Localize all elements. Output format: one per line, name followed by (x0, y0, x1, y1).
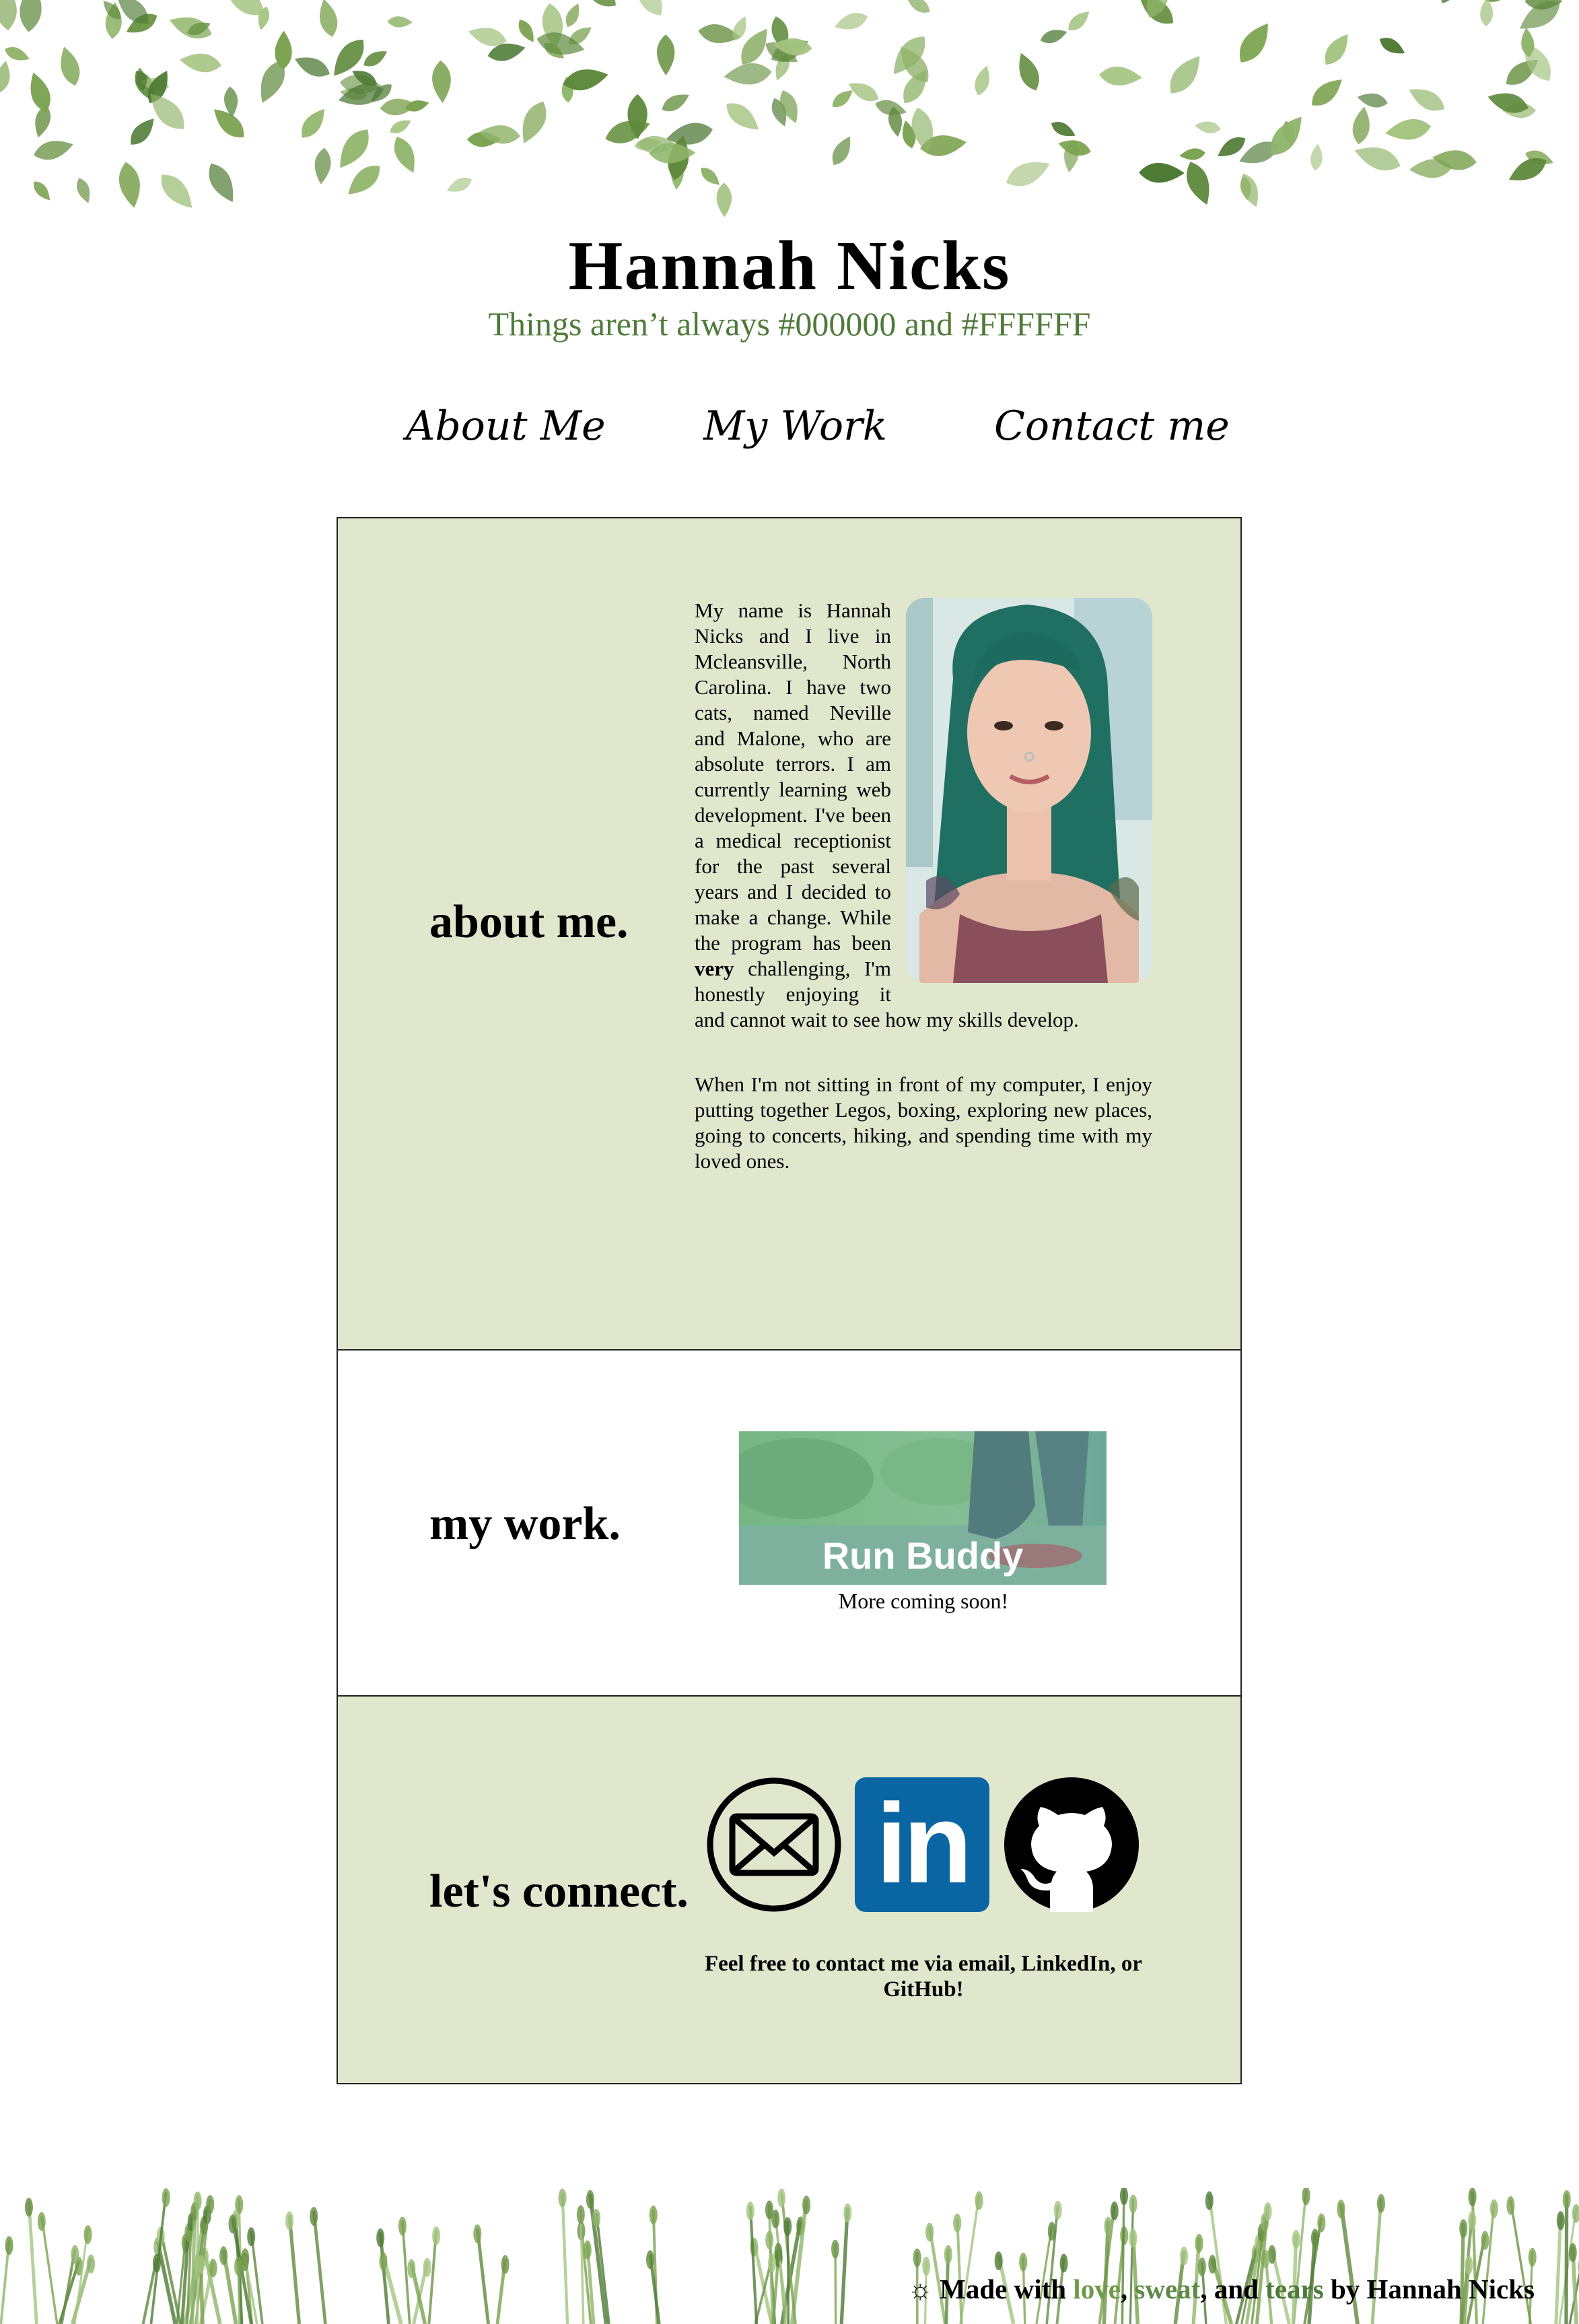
footer-credit: ☼ Made with love, sweat, and tears by Ha… (907, 2274, 1535, 2304)
sun-icon: ☼ (907, 2274, 933, 2304)
nav-contact-me[interactable]: Contact me (994, 403, 1230, 450)
about-paragraph-2: When I'm not sitting in front of my comp… (695, 1072, 1152, 1173)
linkedin-link[interactable]: in (855, 1777, 989, 1912)
connect-section: let's connect. in Feel free to contact m… (337, 1695, 1242, 2084)
about-paragraph-1: My name is Hannah Nicks and I live in Mc… (695, 598, 1152, 1033)
work-heading: my work. (429, 1498, 621, 1550)
connect-heading: let's connect. (429, 1866, 689, 1917)
site-tagline: Things aren’t always #000000 and #FFFFFF (488, 305, 1091, 343)
nav-my-work[interactable]: My Work (703, 403, 887, 450)
work-section: my work. Run Buddy More coming soon! (337, 1349, 1242, 1697)
about-section: about me. My name is Hannah Nicks and I … (337, 517, 1242, 1351)
profile-photo (906, 598, 1152, 983)
footer-love: love (1073, 2274, 1121, 2304)
email-link[interactable] (707, 1777, 841, 1912)
project-label: Run Buddy (822, 1534, 1024, 1577)
project-run-buddy-link[interactable]: Run Buddy (739, 1431, 1107, 1585)
footer-sweat: sweat (1134, 2274, 1201, 2304)
about-text: My name is Hannah Nicks and I live in Mc… (695, 598, 1152, 1213)
github-icon (1004, 1777, 1139, 1912)
contact-note: Feel free to contact me via email, Linke… (704, 1952, 1143, 2002)
github-link[interactable] (1004, 1777, 1139, 1912)
coming-soon-text: More coming soon! (838, 1589, 1009, 1613)
footer-tears: tears (1265, 2274, 1324, 2304)
vine-header-decoration (0, 0, 1563, 217)
nav-about-me[interactable]: About Me (406, 403, 606, 450)
about-heading: about me. (429, 896, 629, 948)
envelope-icon (707, 1777, 841, 1912)
site-title: Hannah Nicks (568, 227, 1011, 304)
